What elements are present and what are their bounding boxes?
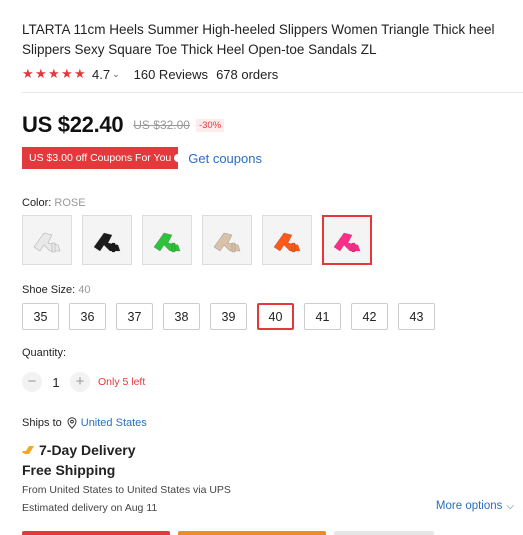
color-swatch-orange[interactable] (262, 215, 312, 265)
ships-to-country[interactable]: United States (81, 417, 147, 429)
more-options-link[interactable]: More options ⌵ (436, 500, 514, 512)
shoe-icon (213, 232, 241, 253)
shoe-icon (93, 232, 121, 253)
color-label: Color: ROSE (22, 197, 86, 209)
color-swatch-black[interactable] (82, 215, 132, 265)
add-to-cart-button[interactable] (178, 531, 326, 535)
quantity-value[interactable]: 1 (42, 375, 70, 390)
size-option-39[interactable]: 39 (210, 303, 247, 330)
star-icon: ★ (74, 66, 86, 81)
size-option-40[interactable]: 40 (257, 303, 294, 330)
wishlist-button[interactable] (334, 531, 434, 535)
color-swatches (22, 215, 372, 265)
shoe-icon (33, 232, 61, 253)
star-rating: ★ ★ ★ ★ ★ (22, 66, 86, 81)
star-icon: ★ (61, 66, 73, 81)
action-buttons (22, 531, 523, 535)
stock-warning: Only 5 left (98, 376, 146, 388)
shoe-icon (153, 232, 181, 253)
product-title: LTARTA 11cm Heels Summer High-heeled Sli… (22, 22, 495, 57)
shoe-icon (273, 232, 301, 253)
discount-badge: -30% (195, 118, 225, 132)
size-option-42[interactable]: 42 (351, 303, 388, 330)
price-row: US $22.40 US $32.00 -30% (22, 111, 225, 139)
rating-summary: ★ ★ ★ ★ ★ 4.7 ⌄ 160 Reviews 678 orders (22, 66, 278, 82)
size-selected-value: 40 (78, 284, 91, 296)
coupon-row: US $3.00 off Coupons For You Get coupons (22, 147, 262, 169)
size-label-text: Shoe Size: (22, 284, 76, 296)
size-option-41[interactable]: 41 (304, 303, 341, 330)
increment-button[interactable]: + (70, 372, 90, 392)
size-option-36[interactable]: 36 (69, 303, 106, 330)
chevron-down-icon[interactable]: ⌵ (506, 501, 514, 512)
shipping-route: From United States to United States via … (22, 484, 231, 496)
estimated-delivery: Estimated delivery on Aug 11 (22, 502, 158, 514)
size-options: 35 36 37 38 39 40 41 42 43 (22, 303, 435, 330)
size-option-43[interactable]: 43 (398, 303, 435, 330)
rating-value[interactable]: 4.7 (92, 67, 110, 82)
get-coupons-link[interactable]: Get coupons (188, 151, 262, 166)
ships-to-row: Ships to United States (22, 416, 147, 430)
delivery-row: 7-Day Delivery (22, 441, 136, 459)
divider (22, 92, 523, 93)
buy-now-button[interactable] (22, 531, 170, 535)
color-swatch-white[interactable] (22, 215, 72, 265)
size-option-37[interactable]: 37 (116, 303, 153, 330)
quantity-stepper: − 1 + Only 5 left (22, 371, 145, 393)
coupon-tag[interactable]: US $3.00 off Coupons For You (22, 147, 183, 169)
color-selected-value: ROSE (54, 197, 86, 209)
decrement-button[interactable]: − (22, 372, 42, 392)
star-icon: ★ (22, 66, 34, 81)
size-option-35[interactable]: 35 (22, 303, 59, 330)
size-label: Shoe Size: 40 (22, 284, 91, 296)
delivery-icon (22, 446, 34, 454)
location-pin-icon (67, 417, 77, 429)
star-icon: ★ (35, 66, 47, 81)
more-options-label[interactable]: More options (436, 500, 502, 512)
color-swatch-nude[interactable] (202, 215, 252, 265)
quantity-label: Quantity: (22, 347, 67, 359)
free-shipping-label: Free Shipping (22, 462, 116, 478)
shoe-icon (333, 232, 361, 253)
original-price: US $32.00 (133, 118, 190, 132)
color-swatch-green[interactable] (142, 215, 192, 265)
orders-count: 678 orders (216, 66, 279, 82)
ships-to-label: Ships to (22, 417, 62, 429)
chevron-down-icon[interactable]: ⌄ (112, 69, 120, 80)
color-label-text: Color: (22, 197, 52, 209)
size-option-38[interactable]: 38 (163, 303, 200, 330)
current-price: US $22.40 (22, 112, 124, 137)
color-swatch-rose[interactable] (322, 215, 372, 265)
reviews-link[interactable]: 160 Reviews (134, 67, 208, 82)
star-icon: ★ (48, 66, 60, 81)
delivery-label: 7-Day Delivery (39, 442, 136, 458)
